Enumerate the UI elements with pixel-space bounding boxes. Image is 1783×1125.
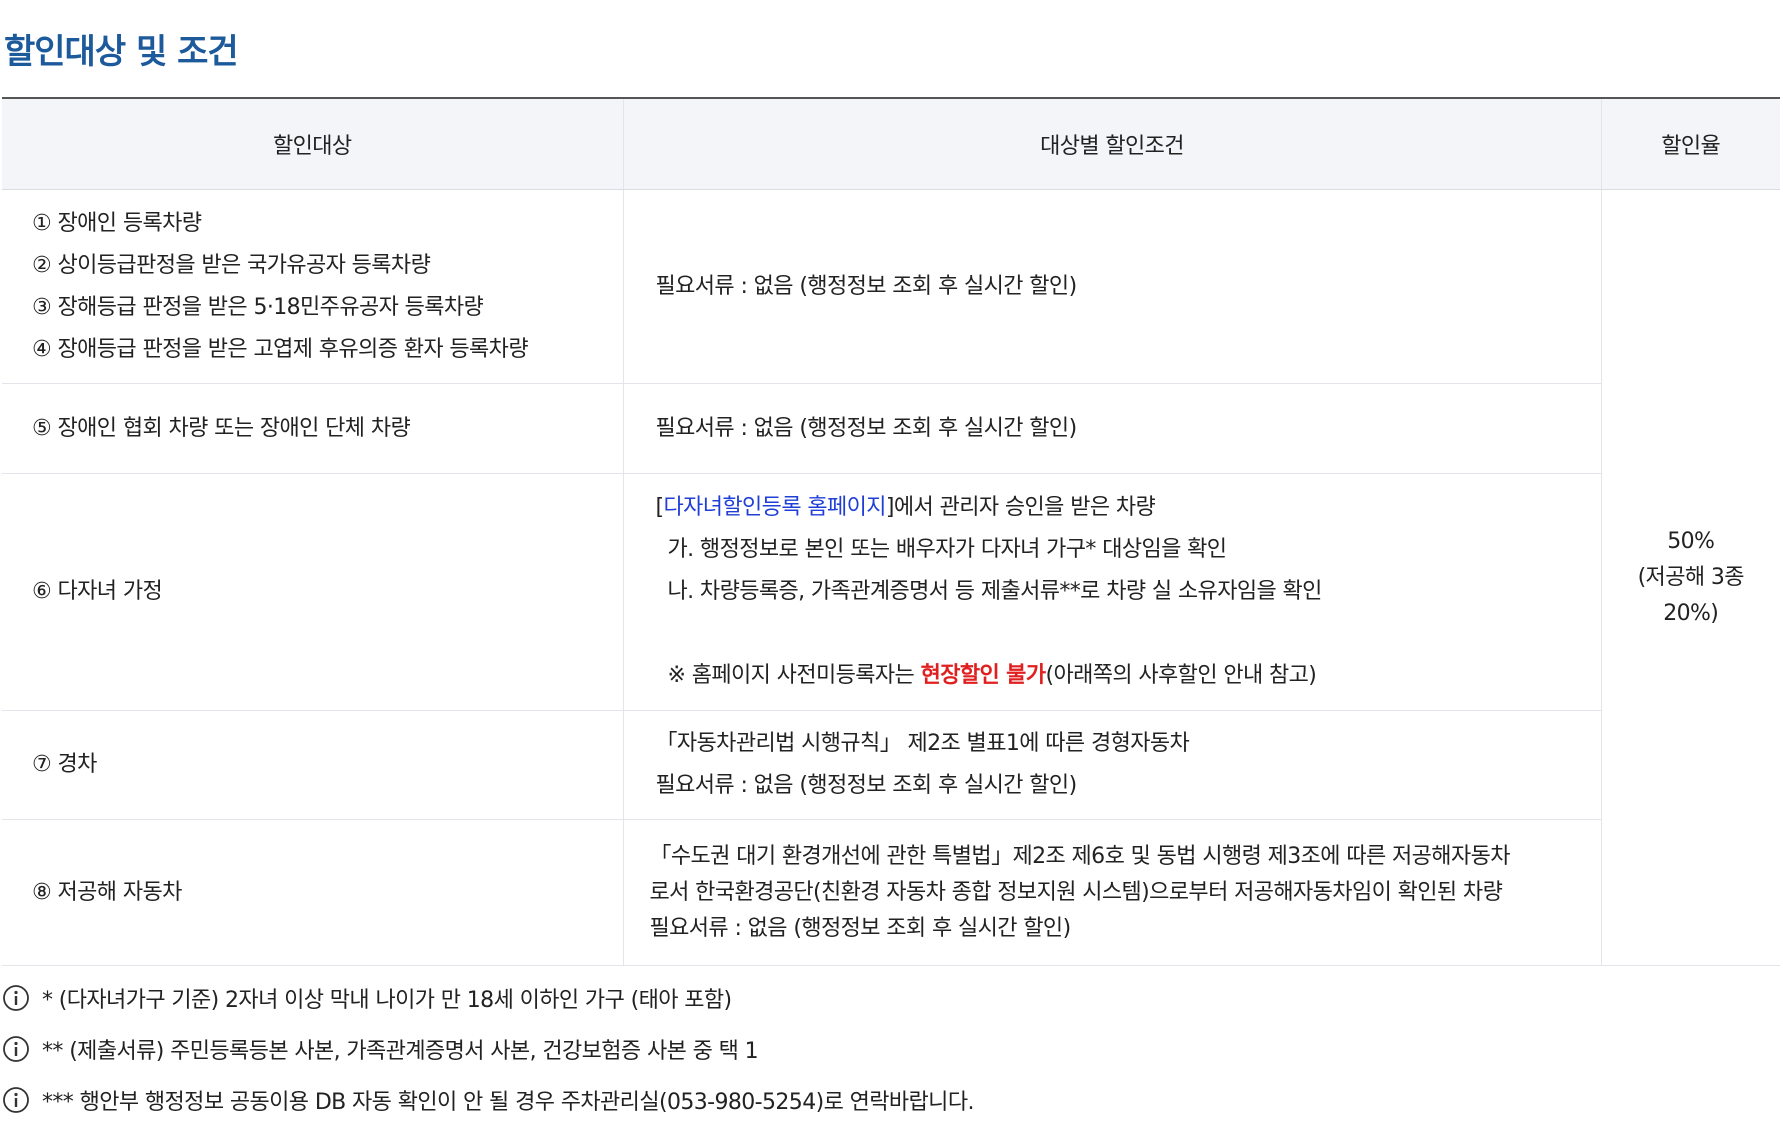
discount-table: 할인대상 대상별 할인조건 할인율 ① 장애인 등록차량 ② 상이등급판정을 받… (2, 97, 1780, 966)
footnote: * (다자녀가구 기준) 2자녀 이상 막내 나이가 만 18세 이하인 가구 … (2, 972, 1772, 1023)
condition-cell: 필요서류 : 없음 (행정정보 조회 후 실시간 할인) (623, 189, 1602, 384)
target-item: ① 장애인 등록차량 (32, 210, 202, 236)
footnote-text: * (다자녀가구 기준) 2자녀 이상 막내 나이가 만 18세 이하인 가구 … (42, 987, 732, 1013)
table-header-row: 할인대상 대상별 할인조건 할인율 (2, 98, 1780, 190)
table-row: ① 장애인 등록차량 ② 상이등급판정을 받은 국가유공자 등록차량 ③ 장해등… (2, 189, 1780, 966)
condition-line: 「수도권 대기 환경개선에 관한 특별법」제2조 제6호 및 동법 시행령 제3… (649, 843, 1511, 869)
rate-value: 50% (1667, 528, 1715, 554)
info-icon (3, 1086, 29, 1113)
required-docs: 필요서류 : 없음 (행정정보 조회 후 실시간 할인) (655, 415, 1078, 441)
header-rate: 할인율 (1601, 98, 1780, 190)
target-item: ② 상이등급판정을 받은 국가유공자 등록차량 (32, 252, 431, 278)
condition-cell: [다자녀할인등록 홈페이지]에서 관리자 승인을 받은 차량 가. 행정정보로 … (623, 473, 1602, 711)
table-row: ⑦ 경차 「자동차관리법 시행규칙」 제2조 별표1에 따른 경형자동차 필요서… (2, 710, 1780, 820)
required-docs: 필요서류 : 없음 (행정정보 조회 후 실시간 할인) (649, 915, 1072, 941)
table-row: ⑥ 다자녀 가정 [다자녀할인등록 홈페이지]에서 관리자 승인을 받은 차량 … (2, 473, 1780, 711)
info-icon (3, 984, 29, 1011)
pre-registration-notice: ※ 홈페이지 사전미등록자는 현장할인 불가(아래쪽의 사후할인 안내 참고) (667, 663, 1317, 688)
target-item: ④ 장애등급 판정을 받은 고엽제 후유의증 환자 등록차량 (32, 336, 529, 362)
condition-cell: 「수도권 대기 환경개선에 관한 특별법」제2조 제6호 및 동법 시행령 제3… (623, 819, 1602, 966)
footnote: *** 행안부 행정정보 공동이용 DB 자동 확인이 안 될 경우 주차관리실… (2, 1074, 1772, 1125)
multi-child-condition: [다자녀할인등록 홈페이지]에서 관리자 승인을 받은 차량 (655, 495, 1156, 520)
rate-note: (저공해 3종 (1637, 564, 1745, 590)
rate-note: 20%) (1663, 600, 1719, 626)
target-cell: ⑧ 저공해 자동차 (2, 819, 624, 966)
target-cell: ① 장애인 등록차량 ② 상이등급판정을 받은 국가유공자 등록차량 ③ 장해등… (2, 189, 624, 384)
multi-child-registration-link[interactable]: 다자녀할인등록 홈페이지 (663, 495, 886, 520)
target-cell: ⑤ 장애인 협회 차량 또는 장애인 단체 차량 (2, 383, 624, 474)
header-condition: 대상별 할인조건 (623, 98, 1602, 190)
section-title: 할인대상 및 조건 (4, 32, 239, 72)
condition-item-b: 나. 차량등록증, 가족관계증명서 등 제출서류**로 차량 실 소유자임을 확… (667, 579, 1323, 604)
onsite-discount-unavailable: 현장할인 불가 (920, 663, 1047, 688)
header-target: 할인대상 (2, 98, 624, 190)
condition-item-a: 가. 행정정보로 본인 또는 배우자가 다자녀 가구* 대상임을 확인 (667, 537, 1228, 562)
table-row: ⑤ 장애인 협회 차량 또는 장애인 단체 차량 필요서류 : 없음 (행정정보… (2, 383, 1780, 474)
target-item: ③ 장해등급 판정을 받은 5·18민주유공자 등록차량 (32, 294, 484, 320)
target-item: ⑥ 다자녀 가정 (32, 579, 163, 604)
condition-cell: 「자동차관리법 시행규칙」 제2조 별표1에 따른 경형자동차 필요서류 : 없… (623, 710, 1602, 820)
footnote-text: *** 행안부 행정정보 공동이용 DB 자동 확인이 안 될 경우 주차관리실… (42, 1089, 974, 1115)
target-cell: ⑥ 다자녀 가정 (2, 473, 624, 711)
info-icon (3, 1035, 29, 1062)
condition-line: 「자동차관리법 시행규칙」 제2조 별표1에 따른 경형자동차 (655, 731, 1190, 756)
target-item: ⑤ 장애인 협회 차량 또는 장애인 단체 차량 (32, 415, 411, 441)
required-docs: 필요서류 : 없음 (행정정보 조회 후 실시간 할인) (655, 273, 1078, 299)
target-item: ⑦ 경차 (32, 752, 97, 777)
required-docs: 필요서류 : 없음 (행정정보 조회 후 실시간 할인) (655, 773, 1078, 798)
condition-line: 로서 한국환경공단(친환경 자동차 종합 정보지원 시스템)으로부터 저공해자동… (649, 879, 1503, 905)
condition-cell: 필요서류 : 없음 (행정정보 조회 후 실시간 할인) (623, 383, 1602, 474)
table-row: ⑧ 저공해 자동차 「수도권 대기 환경개선에 관한 특별법」제2조 제6호 및… (2, 819, 1780, 966)
footnotes: * (다자녀가구 기준) 2자녀 이상 막내 나이가 만 18세 이하인 가구 … (2, 972, 1772, 1125)
target-cell: ⑦ 경차 (2, 710, 624, 820)
target-item: ⑧ 저공해 자동차 (32, 879, 182, 905)
footnote: ** (제출서류) 주민등록등본 사본, 가족관계증명서 사본, 건강보험증 사… (2, 1023, 1772, 1074)
discount-rate-cell: 50% (저공해 3종 20%) (1601, 189, 1780, 966)
footnote-text: ** (제출서류) 주민등록등본 사본, 가족관계증명서 사본, 건강보험증 사… (42, 1038, 759, 1064)
